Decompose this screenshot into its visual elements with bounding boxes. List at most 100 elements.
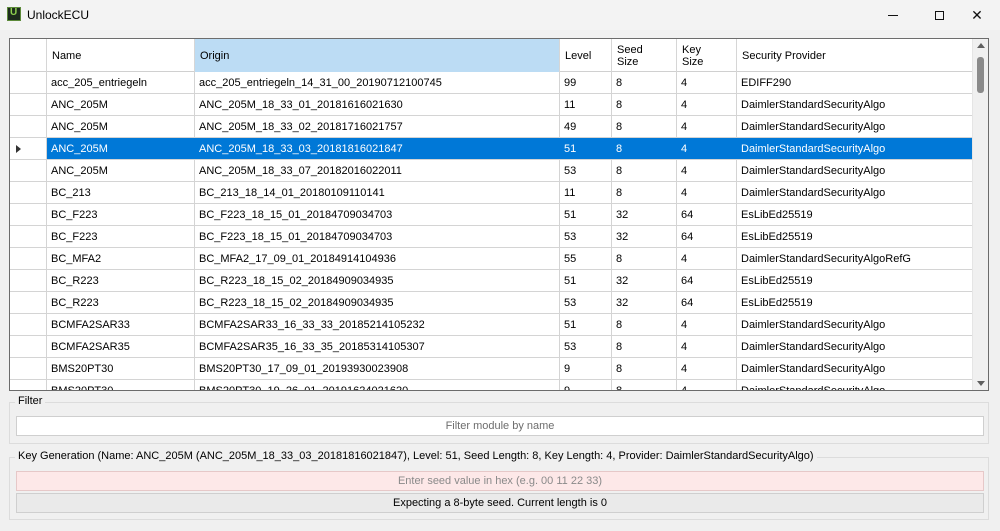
cell-level[interactable]: 9 [560, 380, 612, 390]
cell-origin[interactable]: BC_R223_18_15_02_20184909034935 [195, 292, 560, 313]
cell-security-provider[interactable]: DaimlerStandardSecurityAlgo [737, 336, 974, 357]
cell-level[interactable]: 51 [560, 314, 612, 335]
cell-key-size[interactable]: 4 [677, 182, 737, 203]
cell-seed-size[interactable]: 8 [612, 116, 677, 137]
cell-name[interactable]: BC_F223 [47, 226, 195, 247]
cell-seed-size[interactable]: 8 [612, 138, 677, 159]
row-header[interactable] [10, 204, 47, 225]
row-header[interactable] [10, 292, 47, 313]
row-header-corner[interactable] [10, 39, 47, 72]
column-header-name[interactable]: Name [47, 39, 195, 72]
cell-key-size[interactable]: 4 [677, 314, 737, 335]
scroll-thumb[interactable] [977, 57, 984, 93]
cell-origin[interactable]: BCMFA2SAR35_16_33_35_20185314105307 [195, 336, 560, 357]
cell-level[interactable]: 55 [560, 248, 612, 269]
cell-key-size[interactable]: 4 [677, 380, 737, 390]
column-header-seed-size[interactable]: Seed Size [612, 39, 677, 72]
cell-security-provider[interactable]: EsLibEd25519 [737, 226, 974, 247]
seed-input[interactable]: Enter seed value in hex (e.g. 00 11 22 3… [16, 471, 984, 491]
cell-security-provider[interactable]: DaimlerStandardSecurityAlgo [737, 380, 974, 390]
cell-key-size[interactable]: 4 [677, 116, 737, 137]
cell-name[interactable]: ANC_205M [47, 138, 195, 159]
cell-security-provider[interactable]: DaimlerStandardSecurityAlgoRefG [737, 248, 974, 269]
row-header[interactable] [10, 182, 47, 203]
cell-name[interactable]: acc_205_entriegeln [47, 72, 195, 93]
filter-input[interactable]: Filter module by name [16, 416, 984, 436]
row-header[interactable] [10, 358, 47, 379]
row-header[interactable] [10, 160, 47, 181]
cell-name[interactable]: BC_R223 [47, 270, 195, 291]
cell-level[interactable]: 51 [560, 204, 612, 225]
cell-key-size[interactable]: 4 [677, 248, 737, 269]
table-row[interactable]: BMS20PT30 BMS20PT30_17_09_01_201939300239… [10, 358, 974, 380]
cell-seed-size[interactable]: 8 [612, 160, 677, 181]
cell-name[interactable]: ANC_205M [47, 94, 195, 115]
cell-level[interactable]: 11 [560, 182, 612, 203]
row-header[interactable] [10, 380, 47, 390]
cell-seed-size[interactable]: 32 [612, 204, 677, 225]
cell-origin[interactable]: BC_213_18_14_01_20180109110141 [195, 182, 560, 203]
cell-origin[interactable]: ANC_205M_18_33_03_20181816021847 [195, 138, 560, 159]
table-row[interactable]: BC_F223 BC_F223_18_15_01_20184709034703 53… [10, 226, 974, 248]
cell-seed-size[interactable]: 8 [612, 336, 677, 357]
row-header[interactable] [10, 138, 47, 159]
table-row[interactable]: BC_R223 BC_R223_18_15_02_20184909034935 53… [10, 292, 974, 314]
cell-security-provider[interactable]: DaimlerStandardSecurityAlgo [737, 358, 974, 379]
close-button[interactable]: ✕ [954, 0, 1000, 30]
cell-security-provider[interactable]: EsLibEd25519 [737, 292, 974, 313]
cell-seed-size[interactable]: 32 [612, 292, 677, 313]
row-header[interactable] [10, 226, 47, 247]
cell-security-provider[interactable]: EsLibEd25519 [737, 204, 974, 225]
table-row[interactable]: BCMFA2SAR35 BCMFA2SAR35_16_33_35_20185314… [10, 336, 974, 358]
cell-origin[interactable]: BC_F223_18_15_01_20184709034703 [195, 204, 560, 225]
cell-security-provider[interactable]: DaimlerStandardSecurityAlgo [737, 138, 974, 159]
vertical-scrollbar[interactable] [972, 39, 988, 390]
cell-name[interactable]: BMS20PT30 [47, 380, 195, 390]
cell-key-size[interactable]: 4 [677, 160, 737, 181]
cell-seed-size[interactable]: 32 [612, 270, 677, 291]
row-header[interactable] [10, 336, 47, 357]
table-row[interactable]: BC_213 BC_213_18_14_01_20180109110141 11 8 4… [10, 182, 974, 204]
column-header-key-size[interactable]: Key Size [677, 39, 737, 72]
cell-seed-size[interactable]: 8 [612, 248, 677, 269]
cell-level[interactable]: 53 [560, 226, 612, 247]
cell-name[interactable]: ANC_205M [47, 160, 195, 181]
row-header[interactable] [10, 72, 47, 93]
cell-seed-size[interactable]: 32 [612, 226, 677, 247]
cell-level[interactable]: 51 [560, 270, 612, 291]
cell-origin[interactable]: acc_205_entriegeln_14_31_00_201907121007… [195, 72, 560, 93]
cell-origin[interactable]: BMS20PT30_17_09_01_20193930023908 [195, 358, 560, 379]
table-row[interactable]: BC_R223 BC_R223_18_15_02_20184909034935 51… [10, 270, 974, 292]
row-header[interactable] [10, 94, 47, 115]
column-header-origin[interactable]: Origin [195, 39, 560, 72]
cell-origin[interactable]: BC_R223_18_15_02_20184909034935 [195, 270, 560, 291]
cell-seed-size[interactable]: 8 [612, 72, 677, 93]
row-header[interactable] [10, 270, 47, 291]
cell-level[interactable]: 11 [560, 94, 612, 115]
table-row[interactable]: BMS20PT30 BMS20PT30_19_26_01_201916240216… [10, 380, 974, 390]
cell-name[interactable]: BC_F223 [47, 204, 195, 225]
table-row[interactable]: BC_MFA2 BC_MFA2_17_09_01_20184914104936 55… [10, 248, 974, 270]
cell-origin[interactable]: ANC_205M_18_33_01_20181616021630 [195, 94, 560, 115]
cell-key-size[interactable]: 4 [677, 138, 737, 159]
cell-security-provider[interactable]: EsLibEd25519 [737, 270, 974, 291]
cell-origin[interactable]: BMS20PT30_19_26_01_20191624021620 [195, 380, 560, 390]
cell-level[interactable]: 53 [560, 292, 612, 313]
table-row[interactable]: ANC_205M ANC_205M_18_33_07_20182016022011… [10, 160, 974, 182]
minimize-button[interactable] [870, 0, 916, 30]
scroll-down-icon[interactable] [977, 381, 985, 386]
cell-seed-size[interactable]: 8 [612, 358, 677, 379]
cell-seed-size[interactable]: 8 [612, 380, 677, 390]
row-header[interactable] [10, 248, 47, 269]
cell-security-provider[interactable]: DaimlerStandardSecurityAlgo [737, 116, 974, 137]
cell-key-size[interactable]: 4 [677, 358, 737, 379]
cell-level[interactable]: 49 [560, 116, 612, 137]
cell-level[interactable]: 51 [560, 138, 612, 159]
cell-seed-size[interactable]: 8 [612, 94, 677, 115]
cell-key-size[interactable]: 64 [677, 226, 737, 247]
cell-origin[interactable]: ANC_205M_18_33_07_20182016022011 [195, 160, 560, 181]
table-row[interactable]: BCMFA2SAR33 BCMFA2SAR33_16_33_33_20185214… [10, 314, 974, 336]
modules-grid[interactable]: Name Origin Level Seed Size Key Size Sec… [9, 38, 989, 391]
cell-security-provider[interactable]: EDIFF290 [737, 72, 974, 93]
cell-security-provider[interactable]: DaimlerStandardSecurityAlgo [737, 314, 974, 335]
